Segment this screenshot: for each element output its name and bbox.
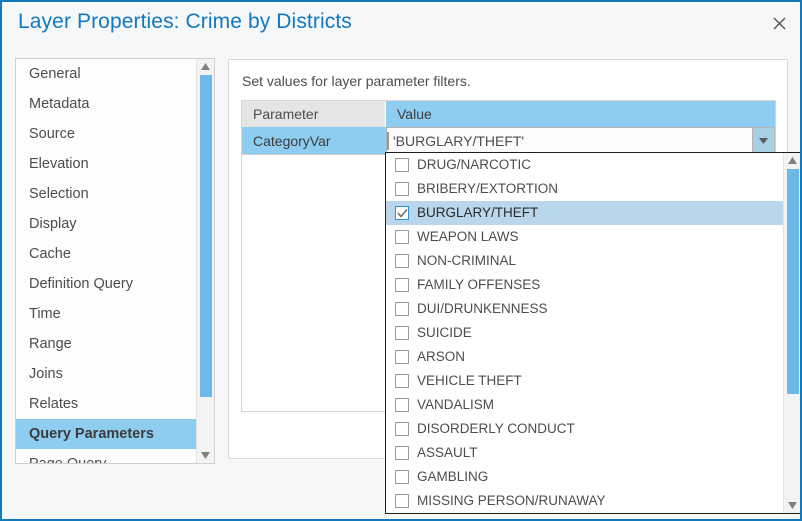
sidebar-item-label: Joins	[29, 366, 63, 382]
sidebar-item-definition-query[interactable]: Definition Query	[16, 269, 197, 299]
sidebar-item-general[interactable]: General	[16, 59, 197, 89]
dropdown-option-label: ASSAULT	[417, 445, 478, 460]
dropdown-option-label: DRUG/NARCOTIC	[417, 157, 531, 172]
dropdown-option[interactable]: NON-CRIMINAL	[386, 249, 785, 273]
dropdown-scroll-up-button[interactable]	[784, 153, 800, 168]
sidebar-item-label: General	[29, 66, 81, 82]
sidebar-item-label: Display	[29, 216, 77, 232]
checkbox-icon[interactable]	[395, 278, 409, 292]
close-button[interactable]	[757, 4, 800, 45]
checkbox-icon[interactable]	[395, 326, 409, 340]
sidebar-scroll-down-button[interactable]	[197, 448, 214, 463]
dropdown-option[interactable]: ARSON	[386, 345, 785, 369]
dropdown-option-label: FAMILY OFFENSES	[417, 277, 541, 292]
dropdown-option[interactable]: GAMBLING	[386, 465, 785, 489]
dropdown-option[interactable]: ASSAULT	[386, 441, 785, 465]
checkbox-icon[interactable]	[395, 470, 409, 484]
dropdown-option-label: BURGLARY/THEFT	[417, 205, 539, 220]
dropdown-option-label: VEHICLE THEFT	[417, 373, 522, 388]
dropdown-option-label: MISSING PERSON/RUNAWAY	[417, 493, 606, 508]
dropdown-option[interactable]: WEAPON LAWS	[386, 225, 785, 249]
checkbox-icon[interactable]	[395, 374, 409, 388]
cell-parameter-value[interactable]: 'BURGLARY/THEFT'	[386, 127, 775, 155]
sidebar-panel: General Metadata Source Elevation Selection D…	[15, 58, 215, 464]
sidebar-item-metadata[interactable]: Metadata	[16, 89, 197, 119]
dropdown-option-label: SUICIDE	[417, 325, 472, 340]
column-header-value: Value	[386, 101, 775, 127]
sidebar-item-selection[interactable]: Selection	[16, 179, 197, 209]
sidebar-item-label: Selection	[29, 186, 89, 202]
sidebar-item-range[interactable]: Range	[16, 329, 197, 359]
checkbox-icon[interactable]	[395, 182, 409, 196]
dropdown-option[interactable]: SUICIDE	[386, 321, 785, 345]
sidebar-item-cache[interactable]: Cache	[16, 239, 197, 269]
sidebar-item-label: Page Query	[29, 456, 107, 464]
table-header-row: Parameter Value	[242, 101, 775, 127]
dropdown-option[interactable]: DUI/DRUNKENNESS	[386, 297, 785, 321]
dropdown-option-label: ARSON	[417, 349, 466, 364]
dropdown-option[interactable]: VANDALISM	[386, 393, 785, 417]
sidebar-item-display[interactable]: Display	[16, 209, 197, 239]
sidebar-item-label: Elevation	[29, 156, 89, 172]
dropdown-option-label: BRIBERY/EXTORTION	[417, 181, 559, 196]
dropdown-option-label: GAMBLING	[417, 469, 489, 484]
checkbox-icon[interactable]	[395, 230, 409, 244]
dialog-titlebar: Layer Properties: Crime by Districts	[4, 4, 800, 45]
sidebar-item-label: Source	[29, 126, 75, 142]
sidebar-item-time[interactable]: Time	[16, 299, 197, 329]
cell-parameter-name[interactable]: CategoryVar	[242, 127, 386, 155]
checkbox-icon[interactable]	[395, 158, 409, 172]
sidebar-item-label: Definition Query	[29, 276, 133, 292]
dropdown-option[interactable]: DISORDERLY CONDUCT	[386, 417, 785, 441]
dropdown-options: DRUG/NARCOTIC BRIBERY/EXTORTION BURGLARY/T…	[386, 153, 785, 513]
sidebar-scroll-thumb[interactable]	[200, 75, 212, 397]
checkbox-icon[interactable]	[395, 398, 409, 412]
checkbox-icon[interactable]	[395, 422, 409, 436]
dropdown-option-label: DUI/DRUNKENNESS	[417, 301, 548, 316]
dropdown-option[interactable]: DRUG/NARCOTIC	[386, 153, 785, 177]
value-dropdown-list[interactable]: DRUG/NARCOTIC BRIBERY/EXTORTION BURGLARY/T…	[385, 152, 800, 514]
checkbox-checked-icon[interactable]	[395, 206, 409, 220]
checkbox-icon[interactable]	[395, 446, 409, 460]
dropdown-option-label: NON-CRIMINAL	[417, 253, 517, 268]
sidebar-item-label: Metadata	[29, 96, 90, 112]
checkbox-icon[interactable]	[395, 494, 409, 508]
checkbox-icon[interactable]	[395, 302, 409, 316]
sidebar-scroll-up-button[interactable]	[197, 59, 214, 74]
sidebar-item-page-query[interactable]: Page Query	[16, 449, 197, 464]
sidebar-scrollbar[interactable]	[196, 59, 214, 463]
sidebar-item-query-parameters[interactable]: Query Parameters	[16, 419, 197, 449]
dropdown-option[interactable]: BRIBERY/EXTORTION	[386, 177, 785, 201]
sidebar-item-label: Relates	[29, 396, 79, 412]
column-header-parameter: Parameter	[242, 101, 386, 127]
text-caret	[387, 128, 389, 154]
sidebar-item-source[interactable]: Source	[16, 119, 197, 149]
dropdown-scrollbar[interactable]	[783, 153, 800, 513]
dropdown-option[interactable]: MISSING PERSON/RUNAWAY	[386, 489, 785, 513]
sidebar-item-label: Cache	[29, 246, 71, 262]
checkbox-icon[interactable]	[395, 254, 409, 268]
sidebar-list: General Metadata Source Elevation Selection D…	[16, 59, 197, 464]
checkbox-icon[interactable]	[395, 350, 409, 364]
value-dropdown-button[interactable]	[752, 128, 774, 154]
dialog-title: Layer Properties: Crime by Districts	[18, 10, 352, 33]
sidebar-item-label: Query Parameters	[29, 426, 154, 442]
sidebar-item-label: Time	[29, 306, 61, 322]
sidebar-item-relates[interactable]: Relates	[16, 389, 197, 419]
dropdown-option[interactable]: FAMILY OFFENSES	[386, 273, 785, 297]
sidebar-item-joins[interactable]: Joins	[16, 359, 197, 389]
dropdown-option[interactable]: VEHICLE THEFT	[386, 369, 785, 393]
value-input[interactable]: 'BURGLARY/THEFT'	[393, 128, 524, 154]
dropdown-scroll-thumb[interactable]	[787, 169, 799, 394]
sidebar-item-label: Range	[29, 336, 72, 352]
table-row[interactable]: CategoryVar 'BURGLARY/THEFT'	[242, 127, 775, 155]
dropdown-option[interactable]: BURGLARY/THEFT	[386, 201, 785, 225]
dropdown-option-label: VANDALISM	[417, 397, 495, 412]
sidebar-item-elevation[interactable]: Elevation	[16, 149, 197, 179]
dropdown-option-label: WEAPON LAWS	[417, 229, 519, 244]
panel-hint-text: Set values for layer parameter filters.	[242, 73, 471, 89]
layer-properties-dialog: Layer Properties: Crime by Districts Gen…	[0, 0, 802, 521]
dropdown-option-label: DISORDERLY CONDUCT	[417, 421, 575, 436]
dropdown-scroll-down-button[interactable]	[784, 498, 800, 513]
